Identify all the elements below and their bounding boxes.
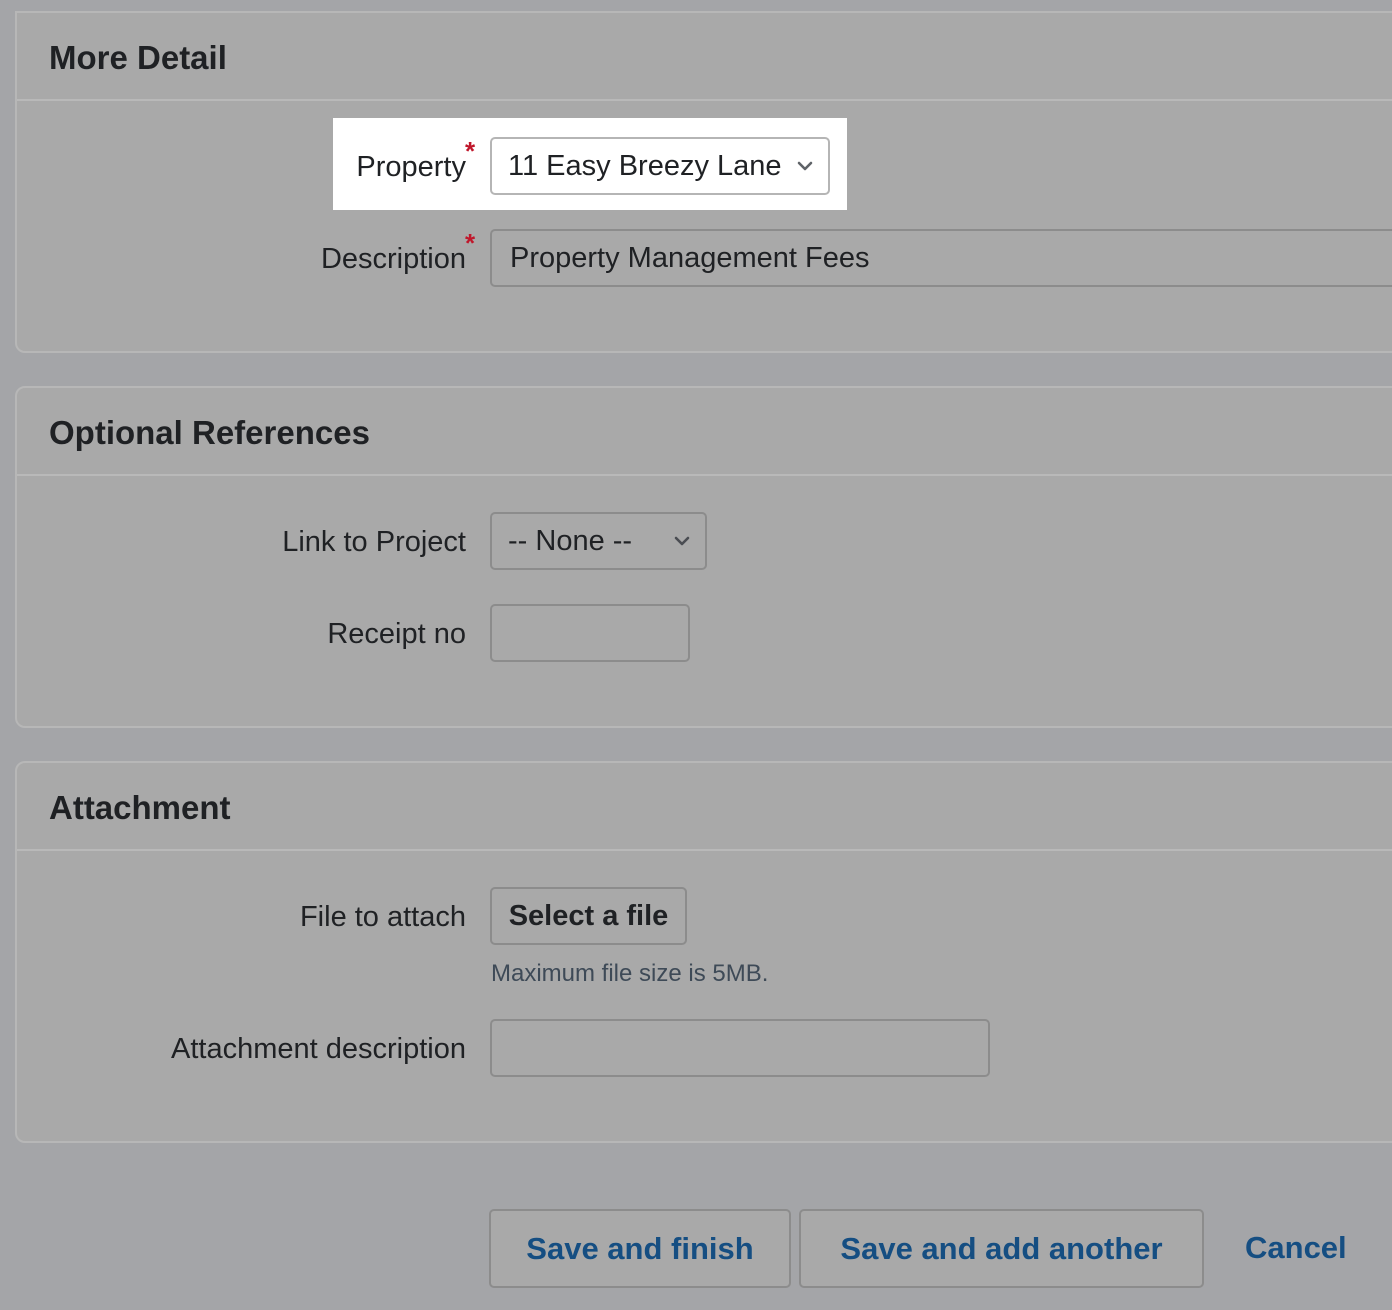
chevron-down-icon <box>797 161 813 171</box>
more-detail-title: More Detail <box>49 39 227 76</box>
receipt-no-label: Receipt no <box>327 618 466 650</box>
save-and-finish-label: Save and finish <box>526 1230 754 1266</box>
save-and-add-another-button[interactable]: Save and add another <box>799 1209 1204 1288</box>
description-required-mark: * <box>465 228 476 258</box>
link-to-project-select[interactable]: -- None -- <box>490 512 707 570</box>
description-input[interactable]: Property Management Fees <box>490 229 1392 287</box>
select-file-button[interactable]: Select a file <box>490 887 687 945</box>
page: { "more_detail": { "title": "More Detail… <box>0 0 1392 1310</box>
attachment-description-label: Attachment description <box>171 1033 466 1065</box>
file-to-attach-label: File to attach <box>299 901 466 933</box>
attachment-panel: Attachment <box>15 761 1392 1143</box>
select-file-button-label: Select a file <box>508 899 669 932</box>
save-and-add-another-label: Save and add another <box>840 1230 1163 1266</box>
property-select[interactable]: 11 Easy Breezy Lane <box>490 137 830 195</box>
optional-references-title: Optional References <box>49 414 370 451</box>
property-required-mark: * <box>465 136 476 166</box>
chevron-down-icon <box>674 536 690 546</box>
attachment-description-input[interactable] <box>490 1019 990 1077</box>
property-label: Property <box>356 151 466 183</box>
receipt-no-input[interactable] <box>490 604 690 662</box>
description-label: Description <box>320 243 466 275</box>
link-to-project-label: Link to Project <box>282 526 466 558</box>
optional-references-header: Optional References <box>17 388 1392 476</box>
file-size-helper: Maximum file size is 5MB. <box>491 960 769 987</box>
attachment-title: Attachment <box>49 789 231 826</box>
property-select-value: 11 Easy Breezy Lane <box>508 149 782 182</box>
more-detail-header: More Detail <box>17 13 1392 101</box>
attachment-header: Attachment <box>17 763 1392 851</box>
save-and-finish-button[interactable]: Save and finish <box>489 1209 791 1288</box>
link-to-project-value: -- None -- <box>508 524 633 557</box>
cancel-link[interactable]: Cancel <box>1245 1230 1347 1266</box>
